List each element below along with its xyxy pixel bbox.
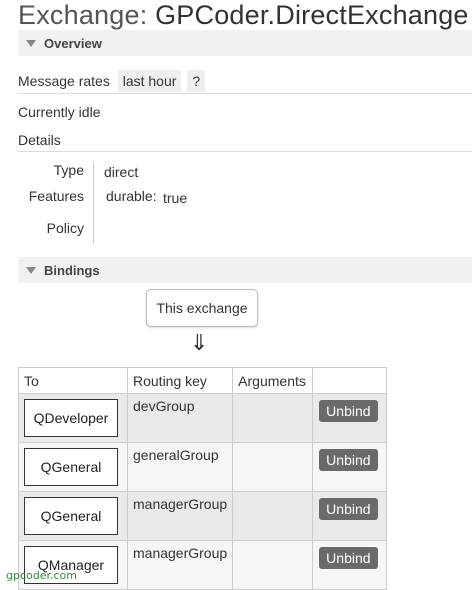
routing-key: generalGroup [133,447,219,463]
type-value: direct [104,164,139,180]
details-row: Details [18,132,472,152]
table-row: QManager managerGroup Unbind [18,540,387,590]
help-button[interactable]: ? [187,70,206,92]
policy-label: Policy [46,220,84,236]
column-header-actions [312,367,387,394]
unbind-button[interactable]: Unbind [319,449,378,471]
unbind-button[interactable]: Unbind [319,547,378,569]
column-header-routing-key: Routing key [126,367,234,394]
page-title: Exchange: GPCoder.DirectExchange [18,0,469,31]
arguments-cell [232,491,314,541]
collapse-triangle-icon [26,266,36,274]
features-value: true [163,190,188,206]
unbind-button[interactable]: Unbind [319,400,378,422]
table-row: QDeveloper devGroup Unbind [18,393,387,443]
overview-header-label: Overview [44,35,102,51]
details-divider [93,162,94,244]
queue-link[interactable]: QGeneral [24,448,118,486]
message-rates-row: Message rates last hour ? [18,70,472,94]
table-row: QGeneral managerGroup Unbind [18,491,387,541]
down-arrow-icon: ⇓ [190,330,209,355]
table-row: QGeneral generalGroup Unbind [18,442,387,492]
bindings-header-row: To Routing key Arguments [18,367,387,394]
idle-status: Currently idle [18,104,101,120]
column-header-to: To [18,367,128,394]
routing-key: managerGroup [133,545,228,561]
features-label: Features [28,188,84,204]
bindings-header-label: Bindings [44,262,100,278]
this-exchange-box: This exchange [146,289,258,327]
bindings-section-header[interactable]: Bindings [18,257,472,283]
column-header-arguments: Arguments [232,367,314,394]
routing-key: devGroup [133,398,195,414]
routing-key: managerGroup [133,496,228,512]
watermark: gpcoder.com [6,569,77,582]
queue-link[interactable]: QGeneral [24,497,118,535]
status-row: Currently idle [18,104,472,124]
details-heading: Details [18,132,61,148]
bindings-table: To Routing key Arguments QDeveloper devG… [18,367,387,590]
collapse-triangle-icon [26,39,36,47]
arguments-cell [232,393,314,443]
page-title-prefix: Exchange: [18,0,156,30]
message-rates-label: Message rates [18,73,110,89]
message-rates-period[interactable]: last hour [117,70,182,92]
features-key: durable: [106,188,157,204]
exchange-name: GPCoder.DirectExchange [155,0,469,30]
arguments-cell [232,442,314,492]
queue-link[interactable]: QDeveloper [24,399,118,437]
type-label: Type [53,162,84,178]
unbind-button[interactable]: Unbind [319,498,378,520]
arguments-cell [232,540,314,590]
overview-section-header[interactable]: Overview [18,30,472,56]
